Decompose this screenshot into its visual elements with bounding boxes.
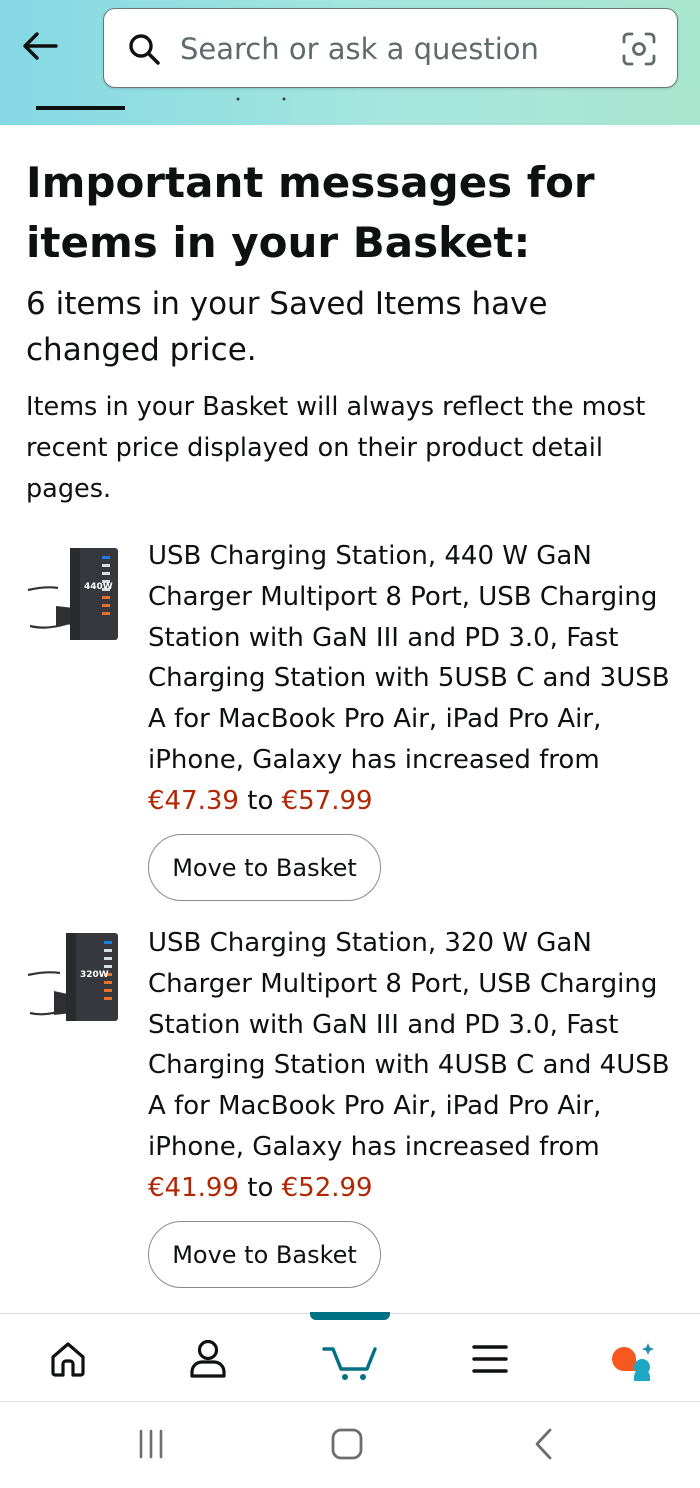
system-back-button[interactable] [514, 1422, 574, 1466]
recent-apps-icon [139, 1429, 163, 1459]
active-tab-underline [36, 106, 125, 110]
product-thumbnail-label: 320W [80, 970, 109, 980]
search-icon [129, 34, 160, 65]
truncated-tab-text [236, 97, 286, 101]
item-title: USB Charging Station, 320 W GaN Charger … [148, 928, 670, 1162]
product-thumbnail[interactable]: 320W [26, 933, 122, 1029]
price-connector: to [247, 785, 274, 816]
product-thumbnail[interactable]: 440W [26, 546, 122, 642]
new-price: €57.99 [281, 785, 373, 816]
page-title: Important messages for items in your Bas… [26, 158, 595, 267]
item-description: USB Charging Station, 320 W GaN Charger … [148, 923, 688, 1209]
nav-menu[interactable] [458, 1332, 522, 1386]
bottom-navigation-bar [0, 1312, 700, 1401]
home-square-icon [331, 1428, 363, 1460]
search-bar[interactable] [103, 8, 678, 88]
old-price: €47.39 [148, 785, 239, 816]
move-to-basket-button[interactable]: Move to Basket [148, 834, 381, 901]
system-navigation-bar [0, 1401, 700, 1488]
nav-assistant[interactable] [600, 1332, 664, 1386]
home-system-button[interactable] [317, 1422, 377, 1466]
search-input[interactable] [180, 27, 600, 71]
item-description: USB Charging Station, 440 W GaN Charger … [148, 536, 688, 822]
active-tab-indicator [310, 1312, 390, 1320]
top-header [0, 0, 700, 125]
old-price: €41.99 [148, 1172, 239, 1203]
nav-cart[interactable] [318, 1332, 382, 1386]
rufus-assistant-icon [612, 1343, 654, 1381]
recent-apps-button[interactable] [121, 1422, 181, 1466]
new-price: €52.99 [281, 1172, 373, 1203]
list-item: 440W USB Charging Station, 440 W GaN Cha… [0, 536, 700, 908]
price-note: Items in your Basket will always reflect… [26, 392, 646, 504]
back-arrow-icon [23, 32, 58, 60]
home-icon [51, 1342, 85, 1377]
chevron-left-icon [535, 1428, 552, 1460]
price-connector: to [247, 1172, 274, 1203]
camera-lens-icon[interactable] [621, 31, 657, 67]
nav-account[interactable] [176, 1332, 240, 1386]
nav-home[interactable] [36, 1332, 100, 1386]
cart-icon [322, 1347, 377, 1380]
back-button[interactable] [18, 24, 62, 68]
saved-items-subtitle: 6 items in your Saved Items have changed… [26, 286, 548, 368]
item-title: USB Charging Station, 440 W GaN Charger … [148, 541, 670, 775]
account-icon [190, 1339, 226, 1378]
menu-icon [472, 1345, 508, 1373]
move-to-basket-button[interactable]: Move to Basket [148, 1221, 381, 1288]
list-item: 320W USB Charging Station, 320 W GaN Cha… [0, 923, 700, 1295]
product-thumbnail-label: 440W [84, 582, 113, 592]
